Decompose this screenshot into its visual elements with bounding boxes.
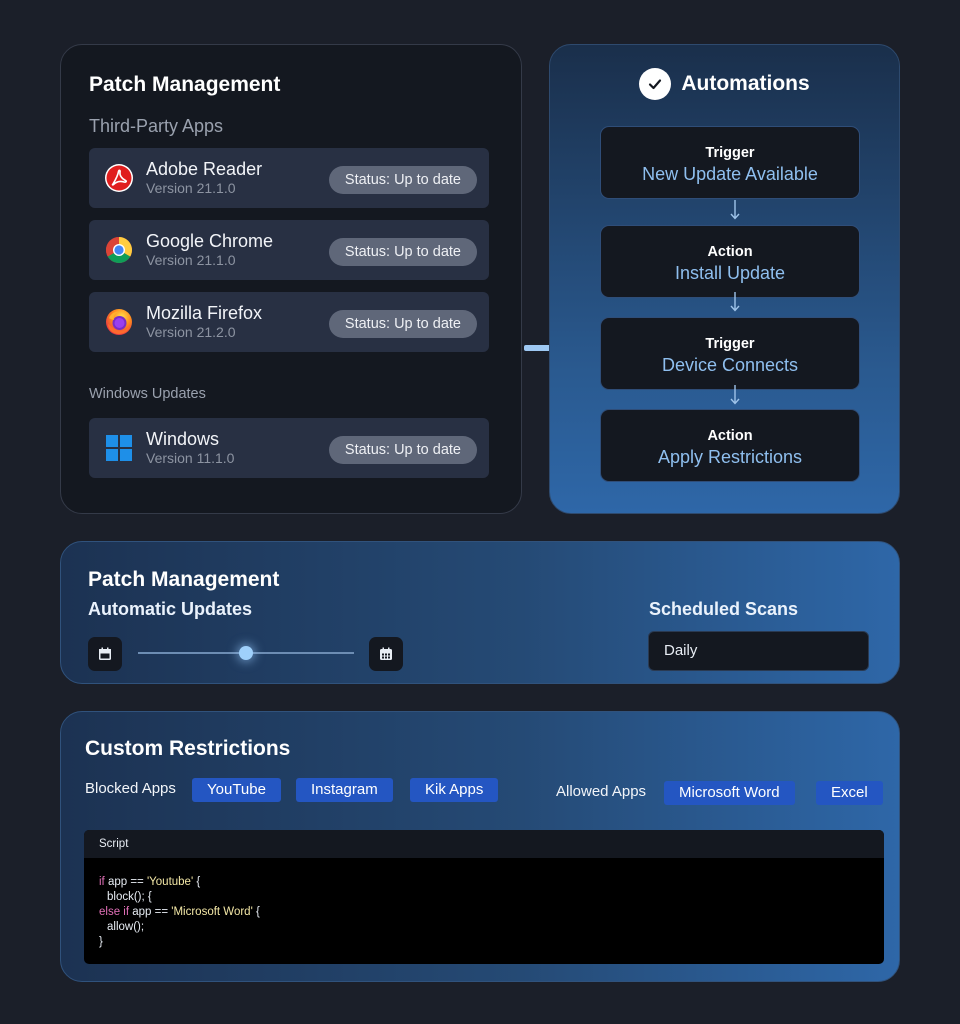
status-badge: Status: Up to date — [328, 310, 477, 338]
blocked-app-chip[interactable]: Kik Apps — [410, 778, 499, 802]
arrow-down-icon — [730, 385, 740, 405]
allowed-apps-label: Allowed Apps — [556, 783, 647, 800]
script-code[interactable]: if app == 'Youtube' { block(); { else if… — [84, 858, 884, 950]
windows-icon — [106, 435, 132, 461]
update-slider-thumb[interactable] — [239, 646, 253, 660]
blocked-app-chip[interactable]: YouTube — [192, 778, 281, 802]
firefox-icon — [106, 309, 132, 335]
allowed-app-chip[interactable]: Excel — [816, 781, 883, 805]
automation-step-trigger[interactable]: Trigger Device Connects — [600, 317, 860, 390]
app-name: Mozilla Firefox — [146, 303, 263, 323]
app-row-adobe-reader[interactable]: Adobe Reader Version 21.1.0 Status: Up t… — [89, 148, 489, 208]
automatic-updates-label: Automatic Updates — [88, 599, 253, 619]
calendar-icon — [380, 647, 392, 660]
app-row-mozilla-firefox[interactable]: Mozilla Firefox Version 21.2.0 Status: U… — [89, 292, 489, 352]
step-kind: Trigger — [705, 336, 755, 352]
status-badge: Status: Up to date — [328, 238, 477, 266]
blocked-apps-label: Blocked Apps — [85, 780, 176, 797]
status-badge: Status: Up to date — [328, 166, 477, 194]
scan-frequency-select[interactable]: Daily — [648, 631, 869, 671]
app-version: Version 21.1.0 — [146, 180, 236, 196]
step-label: Device Connects — [661, 355, 799, 375]
code-line: else if app == 'Microsoft Word' { — [99, 906, 260, 918]
end-date-button[interactable] — [369, 637, 403, 671]
step-label: Install Update — [674, 263, 786, 283]
blocked-app-chip[interactable]: Instagram — [296, 778, 393, 802]
code-line: allow(); — [107, 921, 145, 933]
adobe-reader-icon — [105, 164, 133, 192]
third-party-apps-heading: Third-Party Apps — [89, 116, 224, 136]
app-version: Version 11.1.0 — [146, 450, 235, 466]
automations-header: Automations — [550, 67, 899, 101]
step-label: Apply Restrictions — [657, 447, 803, 467]
script-editor[interactable]: Script if app == 'Youtube' { block(); { … — [84, 830, 884, 964]
scheduled-scans-label: Scheduled Scans — [649, 599, 799, 619]
patch-management-card: Patch Management Third-Party Apps Adobe … — [60, 44, 522, 514]
check-icon — [639, 68, 672, 100]
step-kind: Action — [707, 244, 753, 260]
allowed-app-chip[interactable]: Microsoft Word — [664, 781, 795, 805]
app-name: Google Chrome — [146, 231, 274, 251]
app-name: Adobe Reader — [146, 159, 263, 179]
arrow-down-icon — [730, 292, 740, 312]
code-line: if app == 'Youtube' { — [99, 876, 201, 888]
code-line: block(); { — [107, 891, 152, 903]
custom-restrictions-title: Custom Restrictions — [85, 737, 291, 760]
app-version: Version 21.1.0 — [146, 252, 236, 268]
arrow-down-icon — [730, 200, 740, 220]
step-label: New Update Available — [642, 164, 818, 184]
calendar-icon — [99, 647, 111, 660]
status-badge: Status: Up to date — [328, 436, 477, 464]
step-kind: Trigger — [705, 145, 755, 161]
chrome-icon — [105, 237, 133, 264]
custom-restrictions-card: Custom Restrictions Blocked Apps YouTube… — [60, 711, 900, 982]
automations-card: Automations Trigger New Update Available… — [549, 44, 900, 514]
schedule-card: Patch Management Automatic Updates Sched… — [60, 541, 900, 684]
script-header: Script — [84, 830, 884, 858]
automation-step-trigger[interactable]: Trigger New Update Available — [600, 126, 860, 199]
app-version: Version 21.2.0 — [146, 324, 236, 340]
automation-step-action[interactable]: Action Install Update — [600, 225, 860, 298]
code-line: } — [99, 936, 103, 948]
app-name: Windows — [146, 429, 220, 449]
step-kind: Action — [707, 428, 753, 444]
start-date-button[interactable] — [88, 637, 122, 671]
windows-updates-heading: Windows Updates — [89, 386, 206, 402]
app-row-windows[interactable]: Windows Version 11.1.0 Status: Up to dat… — [89, 418, 489, 478]
automations-title: Automations — [681, 72, 810, 95]
patch-management-title: Patch Management — [89, 73, 281, 96]
app-row-google-chrome[interactable]: Google Chrome Version 21.1.0 Status: Up … — [89, 220, 489, 280]
schedule-title: Patch Management — [88, 568, 280, 591]
automation-step-action[interactable]: Action Apply Restrictions — [600, 409, 860, 482]
